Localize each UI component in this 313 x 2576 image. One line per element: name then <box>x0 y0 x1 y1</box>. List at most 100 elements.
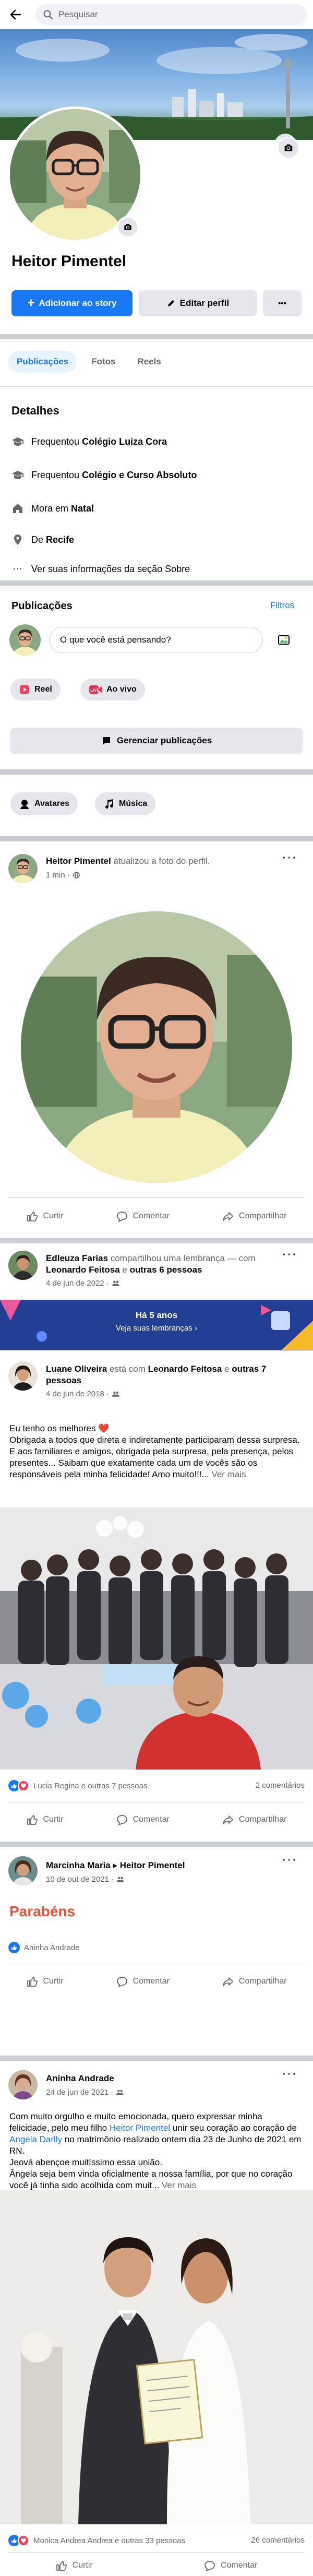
tagged-person[interactable]: Leonardo Feitosa <box>148 1364 222 1374</box>
tab-publications[interactable]: Publicações <box>8 351 77 373</box>
manage-posts-button[interactable]: Gerenciar publicações <box>10 728 303 754</box>
comment-button[interactable]: Comentar <box>116 1210 170 1222</box>
post-avatar[interactable] <box>8 1251 38 1280</box>
filters-link[interactable]: Filtros <box>270 600 294 611</box>
see-about-link[interactable]: ··· Ver suas informações da seção Sobre <box>11 564 190 575</box>
tab-photos[interactable]: Fotos <box>84 351 123 373</box>
comment-icon <box>116 1210 128 1222</box>
like-button[interactable]: Curtir <box>27 1814 64 1825</box>
post-menu-icon[interactable]: ··· <box>282 2065 297 2081</box>
back-arrow-icon[interactable] <box>7 6 24 23</box>
comment-button[interactable]: Comentar <box>204 2560 257 2571</box>
post-time[interactable]: 4 de jun de 2018 · <box>46 1390 119 1398</box>
arrow-right-icon: ▸ <box>110 1860 120 1870</box>
detail-value[interactable]: Colégio Luiza Cora <box>82 436 167 447</box>
avatars-button[interactable]: Avatares <box>10 792 78 815</box>
reaction-summary[interactable]: Lucia Regina e outras 7 pessoas <box>8 1780 147 1791</box>
search-placeholder: Pesquisar <box>58 9 98 19</box>
see-more-link[interactable]: Ver mais <box>162 2180 196 2190</box>
share-button[interactable]: Compartilhar <box>222 1210 286 1222</box>
detail-lives-in: Mora em Natal <box>11 502 94 515</box>
post-timestamp: 4 de jun de 2022 · <box>46 1279 109 1288</box>
like-button[interactable]: Curtir <box>27 1210 64 1222</box>
edit-profile-label: Editar perfil <box>179 298 230 308</box>
post-avatar[interactable] <box>8 1361 38 1391</box>
post-author[interactable]: Aninha Andrade <box>46 2073 114 2083</box>
post-timestamp: 4 de jun de 2018 · <box>46 1390 109 1398</box>
add-story-button[interactable]: + Adicionar ao story <box>11 290 133 316</box>
composer-placeholder: O que você está pensando? <box>60 635 171 645</box>
reaction-names: Lucia Regina e outras 7 pessoas <box>33 1781 148 1790</box>
post-menu-icon[interactable]: ··· <box>282 1245 297 1262</box>
wedding-photo[interactable] <box>0 2190 313 2524</box>
post-time[interactable]: 24 de jun de 2021 · <box>46 2088 124 2097</box>
avatar[interactable] <box>9 624 41 656</box>
cover-edit-camera-icon[interactable] <box>278 137 299 159</box>
reaction-summary[interactable]: Monica Andrea Andrea e outras 33 pessoas <box>8 2535 185 2546</box>
post-action: atualizou a foto do perfil. <box>111 856 210 866</box>
comment-count[interactable]: 2 comentários <box>256 1781 305 1790</box>
post-avatar[interactable] <box>8 1856 38 1885</box>
post-actions: Curtir Comentar Compartilhar <box>0 1809 313 1830</box>
post-timestamp: 1 min · <box>46 871 70 880</box>
friends-icon <box>112 1280 119 1287</box>
search-input[interactable]: Pesquisar <box>35 4 307 25</box>
mention-link[interactable]: Angela Darlly <box>9 2134 62 2144</box>
share-label: Compartilhar <box>238 1977 287 1986</box>
like-button[interactable]: Curtir <box>56 2560 93 2571</box>
memory-banner[interactable]: Há 5 anos Veja suas lembranças › <box>0 1300 313 1350</box>
tab-reels[interactable]: Reels <box>130 351 168 373</box>
post-menu-icon[interactable]: ··· <box>282 1851 297 1867</box>
photo-gallery-icon[interactable] <box>273 630 294 650</box>
post-actions: Curtir Comentar Compartilhar <box>0 1206 313 1227</box>
details-title: Detalhes <box>11 404 59 417</box>
friends-icon <box>112 1391 119 1397</box>
divider <box>0 2056 313 2061</box>
tagged-others[interactable]: outras 6 pessoas <box>130 1265 202 1275</box>
comment-count[interactable]: 26 comentários <box>251 2536 305 2545</box>
profile-photo-update[interactable] <box>21 911 292 1183</box>
profile-name: Heitor Pimentel <box>11 253 127 270</box>
composer-input[interactable]: O que você está pensando? <box>49 627 263 653</box>
post-time[interactable]: 1 min · <box>46 871 80 880</box>
comment-button[interactable]: Comentar <box>116 1976 170 1987</box>
post-author[interactable]: Edleuza Farias <box>46 1253 108 1263</box>
group-photo[interactable] <box>0 1507 313 1770</box>
divider <box>8 1197 305 1198</box>
live-label: Ao vivo <box>106 685 137 694</box>
comment-button[interactable]: Comentar <box>116 1814 170 1825</box>
music-button[interactable]: Música <box>95 792 156 815</box>
share-label: Compartilhar <box>238 1815 287 1824</box>
post-avatar[interactable] <box>8 854 38 883</box>
post-header: Luane Oliveira está com Leonardo Feitosa… <box>46 1363 296 1386</box>
post-avatar[interactable] <box>8 2070 38 2099</box>
post-author[interactable]: Marcinha Maria <box>46 1860 111 1870</box>
see-more-link[interactable]: Ver mais <box>211 1469 246 1479</box>
mention-link[interactable]: Heitor Pimentel <box>110 2123 170 2133</box>
detail-value[interactable]: Recife <box>46 535 74 545</box>
post-time[interactable]: 4 de jun de 2022 · <box>46 1279 119 1288</box>
reaction-summary[interactable]: Aninha Andrade <box>8 1942 80 1953</box>
post-author[interactable]: Luane Oliveira <box>46 1364 107 1374</box>
edit-profile-button[interactable]: Editar perfil <box>139 290 257 316</box>
share-button[interactable]: Compartilhar <box>222 1814 287 1825</box>
like-button[interactable]: Curtir <box>27 1976 64 1987</box>
profile-more-button[interactable]: ••• <box>263 290 302 316</box>
reaction-names: Monica Andrea Andrea e outras 33 pessoas <box>33 2536 186 2545</box>
post-menu-icon[interactable]: ··· <box>282 849 297 865</box>
avatars-label: Avatares <box>34 799 70 808</box>
post-author[interactable]: Heitor Pimentel <box>46 856 111 866</box>
profile-camera-icon[interactable] <box>117 216 139 238</box>
thumbs-up-icon <box>56 2560 67 2571</box>
post-header: Aninha Andrade <box>46 2073 286 2084</box>
tagged-person[interactable]: Leonardo Feitosa <box>46 1265 120 1275</box>
share-button[interactable]: Compartilhar <box>222 1976 287 1987</box>
post-target[interactable]: Heitor Pimentel <box>120 1860 185 1870</box>
detail-value[interactable]: Natal <box>71 503 94 514</box>
post-time[interactable]: 10 de out de 2021 · <box>46 1875 125 1884</box>
memory-link[interactable]: Veja suas lembranças › <box>0 1324 313 1333</box>
comment-label: Comentar <box>133 1815 170 1824</box>
reel-button[interactable]: Reel <box>10 679 61 701</box>
live-button[interactable]: LIVE Ao vivo <box>80 679 145 701</box>
detail-value[interactable]: Colégio e Curso Absoluto <box>82 470 197 480</box>
